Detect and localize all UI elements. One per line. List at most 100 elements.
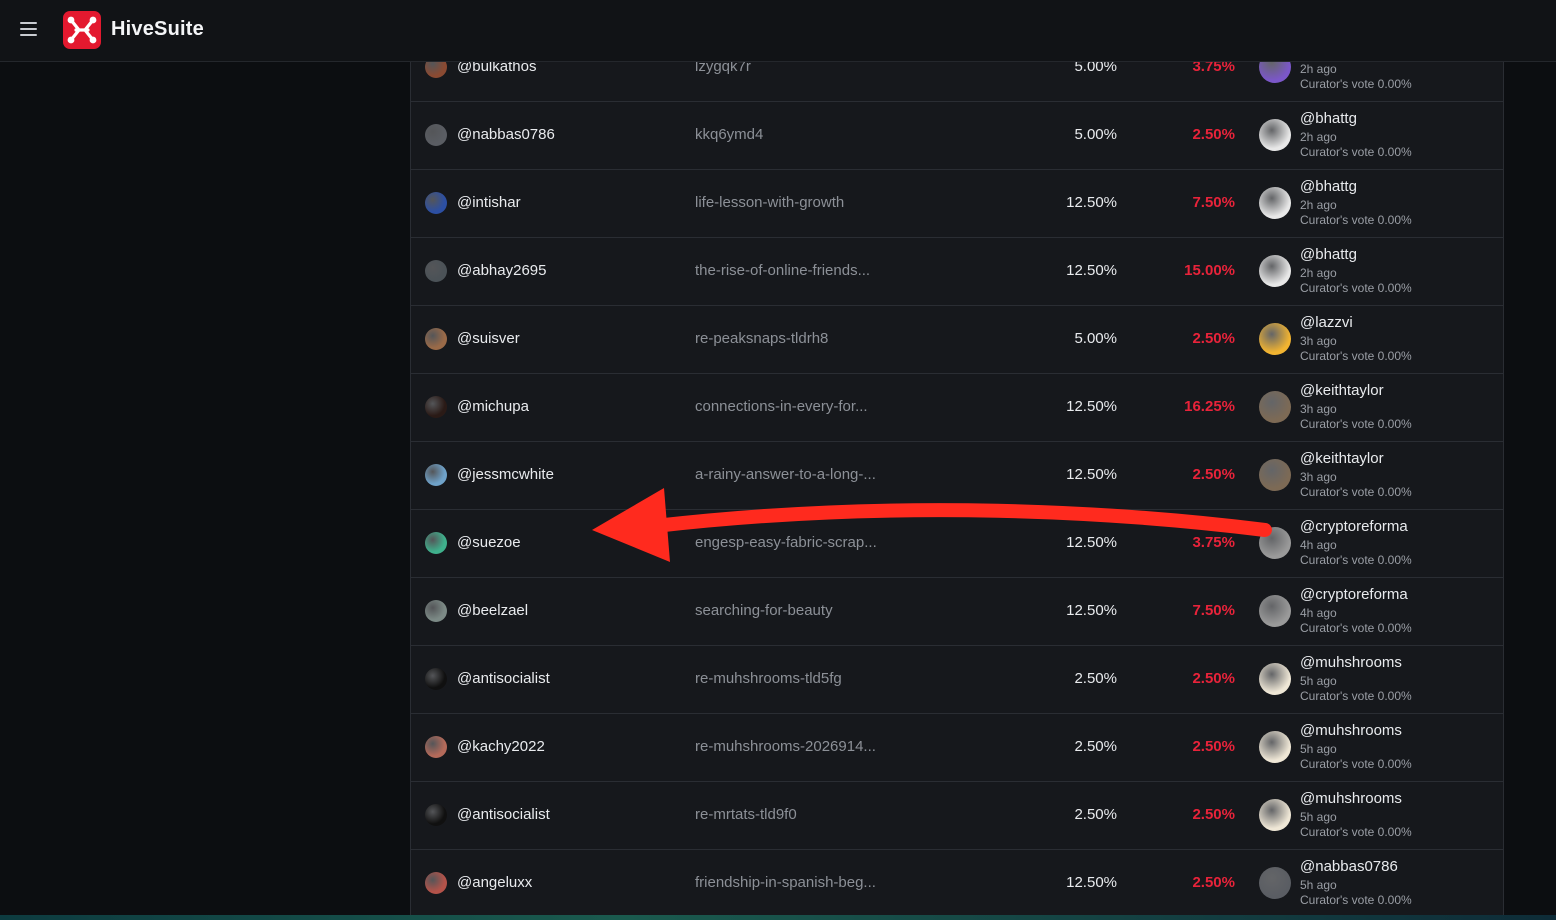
author-avatar[interactable]	[425, 62, 447, 78]
table-row[interactable]: @angeluxx friendship-in-spanish-beg... 1…	[411, 850, 1503, 918]
author-link[interactable]: @intishar	[457, 194, 521, 211]
curator-link[interactable]: @nabbas0786	[1300, 858, 1398, 875]
vote-time: 5h ago	[1300, 674, 1337, 688]
curator-avatar[interactable]	[1259, 119, 1291, 151]
author-avatar[interactable]	[425, 804, 447, 826]
curator-vote: Curator's vote 0.00%	[1300, 893, 1412, 907]
author-link[interactable]: @nabbas0786	[457, 126, 555, 143]
author-avatar[interactable]	[425, 736, 447, 758]
curator-link[interactable]: @cryptoreforma	[1300, 518, 1408, 535]
table-row[interactable]: @michupa connections-in-every-for... 12.…	[411, 374, 1503, 442]
curator-link[interactable]: @lazzvi	[1300, 314, 1353, 331]
author-link[interactable]: @beelzael	[457, 602, 528, 619]
table-row[interactable]: @antisocialist re-muhshrooms-tld5fg 2.50…	[411, 646, 1503, 714]
sidebar	[0, 62, 410, 920]
author-avatar[interactable]	[425, 328, 447, 350]
curator-avatar[interactable]	[1259, 595, 1291, 627]
table-row[interactable]: @antisocialist re-mrtats-tld9f0 2.50% 2.…	[411, 782, 1503, 850]
curator-avatar[interactable]	[1259, 62, 1291, 83]
curator-avatar[interactable]	[1259, 663, 1291, 695]
permlink[interactable]: friendship-in-spanish-beg...	[695, 874, 876, 891]
table-row[interactable]: @suezoe engesp-easy-fabric-scrap... 12.5…	[411, 510, 1503, 578]
hivesuite-logo[interactable]	[62, 10, 102, 50]
curator-link[interactable]: @muhshrooms	[1300, 722, 1402, 739]
author-avatar[interactable]	[425, 124, 447, 146]
app-title[interactable]: HiveSuite	[111, 18, 204, 41]
permlink[interactable]: kkq6ymd4	[695, 126, 763, 143]
curator-link[interactable]: @muhshrooms	[1300, 654, 1402, 671]
curator-vote: Curator's vote 0.00%	[1300, 145, 1412, 159]
curator-avatar[interactable]	[1259, 527, 1291, 559]
author-link[interactable]: @michupa	[457, 398, 529, 415]
permlink[interactable]: life-lesson-with-growth	[695, 194, 844, 211]
permlink[interactable]: re-muhshrooms-2026914...	[695, 738, 876, 755]
permlink[interactable]: engesp-easy-fabric-scrap...	[695, 534, 877, 551]
author-link[interactable]: @abhay2695	[457, 262, 546, 279]
curator-avatar[interactable]	[1259, 867, 1291, 899]
permlink[interactable]: a-rainy-answer-to-a-long-...	[695, 466, 876, 483]
author-avatar[interactable]	[425, 464, 447, 486]
vote-time: 2h ago	[1300, 266, 1337, 280]
curator-vote: Curator's vote 0.00%	[1300, 553, 1412, 567]
table-row[interactable]: @jessmcwhite a-rainy-answer-to-a-long-..…	[411, 442, 1503, 510]
author-link[interactable]: @kachy2022	[457, 738, 545, 755]
table-row[interactable]: @beelzael searching-for-beauty 12.50% 7.…	[411, 578, 1503, 646]
curator-link[interactable]: @bhattg	[1300, 178, 1357, 195]
author-avatar[interactable]	[425, 396, 447, 418]
permlink[interactable]: re-muhshrooms-tld5fg	[695, 670, 842, 687]
author-avatar[interactable]	[425, 192, 447, 214]
permlink[interactable]: lzygqk7r	[695, 62, 751, 75]
weight-value: 5.00%	[1074, 126, 1117, 143]
curator-avatar[interactable]	[1259, 255, 1291, 287]
permlink[interactable]: re-peaksnaps-tldrh8	[695, 330, 828, 347]
curator-link[interactable]: @keithtaylor	[1300, 382, 1384, 399]
vote-value: 3.75%	[1192, 62, 1235, 75]
vote-time: 3h ago	[1300, 334, 1337, 348]
vote-value: 2.50%	[1192, 738, 1235, 755]
vote-value: 7.50%	[1192, 194, 1235, 211]
curator-avatar[interactable]	[1259, 187, 1291, 219]
table-row[interactable]: @bulkathos lzygqk7r 5.00% 3.75% @bhattg …	[411, 62, 1503, 102]
curator-link[interactable]: @bhattg	[1300, 110, 1357, 127]
curator-vote: Curator's vote 0.00%	[1300, 757, 1412, 771]
table-row[interactable]: @suisver re-peaksnaps-tldrh8 5.00% 2.50%…	[411, 306, 1503, 374]
author-avatar[interactable]	[425, 532, 447, 554]
curator-link[interactable]: @keithtaylor	[1300, 450, 1384, 467]
curator-vote: Curator's vote 0.00%	[1300, 485, 1412, 499]
curator-avatar[interactable]	[1259, 799, 1291, 831]
curator-vote: Curator's vote 0.00%	[1300, 281, 1412, 295]
curator-vote: Curator's vote 0.00%	[1300, 213, 1412, 227]
curator-link[interactable]: @cryptoreforma	[1300, 586, 1408, 603]
permlink[interactable]: the-rise-of-online-friends...	[695, 262, 870, 279]
author-avatar[interactable]	[425, 260, 447, 282]
curator-vote: Curator's vote 0.00%	[1300, 349, 1412, 363]
table-row[interactable]: @intishar life-lesson-with-growth 12.50%…	[411, 170, 1503, 238]
curator-avatar[interactable]	[1259, 323, 1291, 355]
menu-icon[interactable]	[20, 22, 37, 36]
vote-time: 5h ago	[1300, 742, 1337, 756]
permlink[interactable]: searching-for-beauty	[695, 602, 833, 619]
vote-value: 2.50%	[1192, 806, 1235, 823]
curator-link[interactable]: @bhattg	[1300, 246, 1357, 263]
author-avatar[interactable]	[425, 872, 447, 894]
vote-time: 2h ago	[1300, 198, 1337, 212]
table-row[interactable]: @abhay2695 the-rise-of-online-friends...…	[411, 238, 1503, 306]
permlink[interactable]: connections-in-every-for...	[695, 398, 868, 415]
curator-avatar[interactable]	[1259, 459, 1291, 491]
author-link[interactable]: @angeluxx	[457, 874, 532, 891]
author-avatar[interactable]	[425, 668, 447, 690]
author-link[interactable]: @suisver	[457, 330, 520, 347]
author-link[interactable]: @suezoe	[457, 534, 521, 551]
curator-link[interactable]: @muhshrooms	[1300, 790, 1402, 807]
permlink[interactable]: re-mrtats-tld9f0	[695, 806, 797, 823]
author-avatar[interactable]	[425, 600, 447, 622]
author-link[interactable]: @antisocialist	[457, 806, 550, 823]
author-link[interactable]: @bulkathos	[457, 62, 536, 75]
curator-avatar[interactable]	[1259, 391, 1291, 423]
table-row[interactable]: @kachy2022 re-muhshrooms-2026914... 2.50…	[411, 714, 1503, 782]
author-link[interactable]: @jessmcwhite	[457, 466, 554, 483]
curator-avatar[interactable]	[1259, 731, 1291, 763]
vote-time: 5h ago	[1300, 810, 1337, 824]
table-row[interactable]: @nabbas0786 kkq6ymd4 5.00% 2.50% @bhattg…	[411, 102, 1503, 170]
author-link[interactable]: @antisocialist	[457, 670, 550, 687]
